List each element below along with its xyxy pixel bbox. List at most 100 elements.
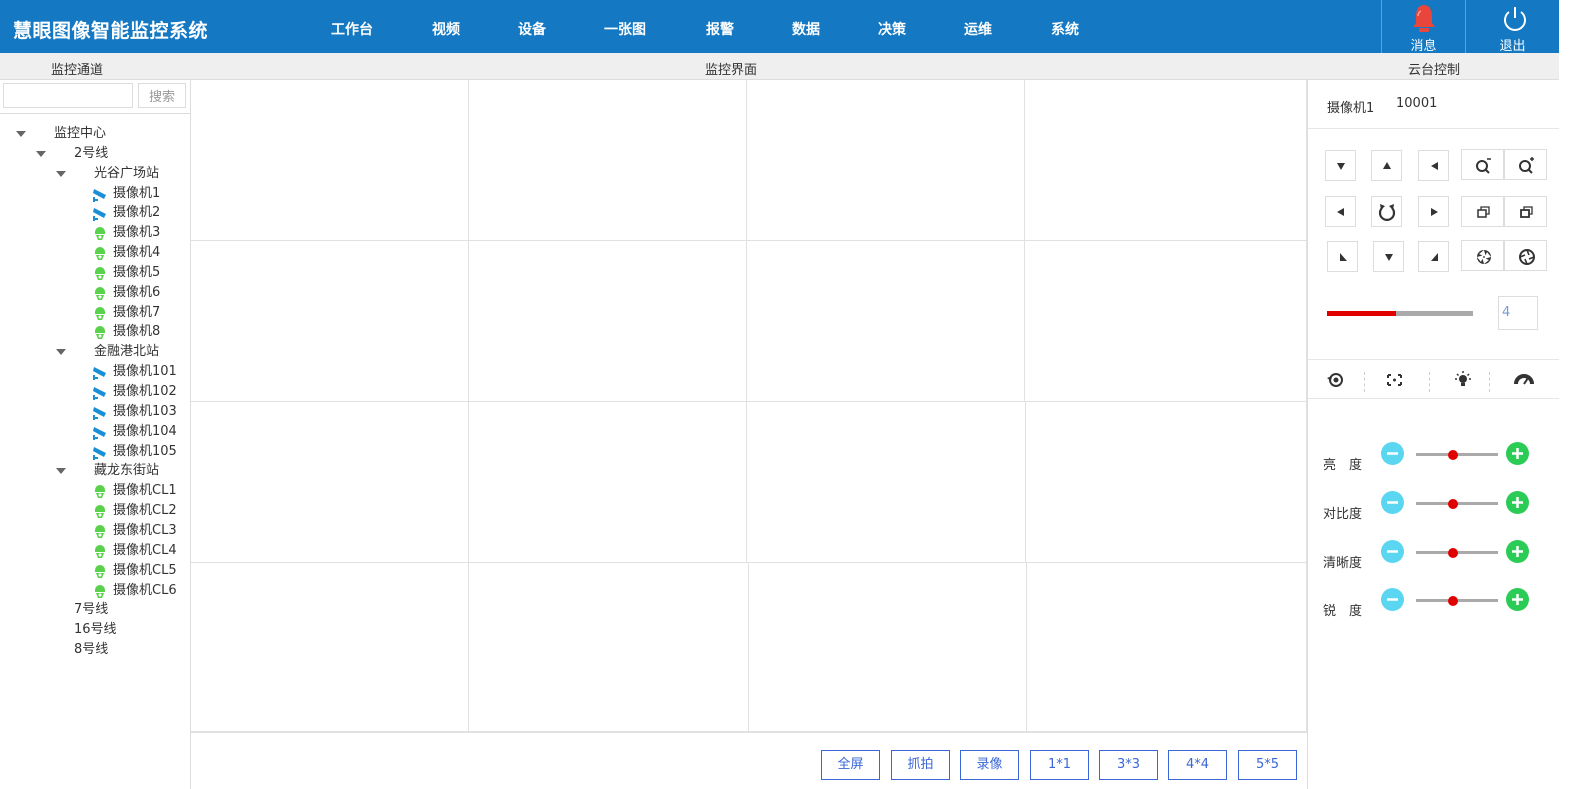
search-button[interactable]: 搜索: [138, 83, 186, 108]
tree-camera-node[interactable]: 摄像机3: [113, 223, 160, 243]
tilt-down-button[interactable]: [1373, 241, 1404, 272]
increase-button[interactable]: [1506, 491, 1529, 514]
expand-arrow-icon[interactable]: [36, 151, 46, 157]
fullscreen-button[interactable]: 全屏: [821, 750, 880, 780]
layout-5x5-button[interactable]: 5*5: [1238, 750, 1297, 780]
pan-left-button[interactable]: [1325, 196, 1356, 227]
nav-item-decision[interactable]: 决策: [878, 19, 906, 39]
nav-item-system[interactable]: 系统: [1051, 19, 1079, 39]
tree-camera-node[interactable]: 摄像机2: [113, 203, 160, 223]
nav-item-devices[interactable]: 设备: [518, 19, 546, 39]
video-cell[interactable]: [469, 241, 747, 402]
window-scrollbar[interactable]: [1559, 0, 1579, 789]
video-cell[interactable]: [747, 241, 1025, 402]
nav-item-operations[interactable]: 运维: [964, 19, 992, 39]
decrease-button[interactable]: [1381, 588, 1404, 611]
tree-camera-node[interactable]: 摄像机102: [113, 382, 177, 402]
tree-camera-node[interactable]: 摄像机8: [113, 322, 160, 342]
ptz-speed-value[interactable]: 4: [1498, 296, 1538, 330]
tree-station-node[interactable]: 光谷广场站: [94, 164, 159, 184]
tree-camera-node[interactable]: 摄像机CL3: [113, 521, 177, 541]
video-cell[interactable]: [1026, 402, 1307, 563]
video-cell[interactable]: [1025, 80, 1307, 241]
expand-arrow-icon[interactable]: [16, 131, 26, 137]
zoom-in-button[interactable]: [1504, 149, 1547, 180]
tree-root-monitoring-center[interactable]: 监控中心: [54, 124, 106, 144]
video-cell[interactable]: [1025, 241, 1307, 402]
ptz-speed-slider[interactable]: [1327, 311, 1473, 316]
nav-item-video[interactable]: 视频: [432, 19, 460, 39]
video-cell[interactable]: [749, 563, 1027, 732]
nav-item-alarms[interactable]: 报警: [706, 19, 734, 39]
video-cell[interactable]: [469, 80, 747, 241]
search-input[interactable]: [3, 83, 133, 108]
tree-station-node[interactable]: 藏龙东街站: [94, 461, 159, 481]
tree-camera-node[interactable]: 摄像机CL6: [113, 581, 177, 601]
tree-camera-node[interactable]: 摄像机7: [113, 303, 160, 323]
tree-camera-node[interactable]: 摄像机6: [113, 283, 160, 303]
tree-camera-node[interactable]: 摄像机5: [113, 263, 160, 283]
tree-camera-node[interactable]: 摄像机CL1: [113, 481, 177, 501]
slider-handle[interactable]: [1447, 449, 1458, 460]
speed-button[interactable]: [1498, 365, 1546, 395]
expand-arrow-icon[interactable]: [56, 171, 66, 177]
decrease-button[interactable]: [1381, 540, 1404, 563]
tree-camera-node[interactable]: 摄像机1: [113, 184, 160, 204]
video-cell[interactable]: [191, 80, 469, 241]
tilt-up-button[interactable]: [1371, 150, 1402, 181]
pan-up-left-button[interactable]: [1325, 150, 1356, 181]
video-cell[interactable]: [1027, 563, 1307, 732]
iris-open-button[interactable]: [1504, 240, 1547, 271]
video-cell[interactable]: [191, 402, 469, 563]
preset-button[interactable]: [1371, 365, 1419, 395]
video-cell[interactable]: [191, 241, 469, 402]
tree-camera-node[interactable]: 摄像机103: [113, 402, 177, 422]
expand-arrow-icon[interactable]: [56, 349, 66, 355]
wiper-button[interactable]: [1315, 365, 1363, 395]
tree-station-node[interactable]: 金融港北站: [94, 342, 159, 362]
zoom-out-button[interactable]: [1461, 149, 1504, 180]
nav-item-data[interactable]: 数据: [792, 19, 820, 39]
increase-button[interactable]: [1506, 442, 1529, 465]
tree-camera-node[interactable]: 摄像机4: [113, 243, 160, 263]
pan-down-left-button[interactable]: [1327, 241, 1358, 272]
tree-line-node[interactable]: 8号线: [74, 640, 108, 660]
tree-camera-node[interactable]: 摄像机101: [113, 362, 177, 382]
layout-1x1-button[interactable]: 1*1: [1030, 750, 1089, 780]
video-cell[interactable]: [747, 402, 1026, 563]
expand-arrow-icon[interactable]: [56, 468, 66, 474]
tree-camera-node[interactable]: 摄像机CL2: [113, 501, 177, 521]
snapshot-button[interactable]: 抓拍: [891, 750, 950, 780]
video-cell[interactable]: [191, 563, 469, 732]
layout-4x4-button[interactable]: 4*4: [1168, 750, 1227, 780]
message-button[interactable]: 消息: [1381, 0, 1465, 54]
focus-far-button[interactable]: [1504, 196, 1547, 227]
auto-rotate-button[interactable]: [1371, 196, 1402, 227]
layout-3x3-button[interactable]: 3*3: [1099, 750, 1158, 780]
pan-up-right-button[interactable]: [1418, 150, 1449, 181]
decrease-button[interactable]: [1381, 491, 1404, 514]
increase-button[interactable]: [1506, 540, 1529, 563]
tree-line-node[interactable]: 7号线: [74, 600, 108, 620]
video-cell[interactable]: [469, 402, 747, 563]
record-button[interactable]: 录像: [960, 750, 1019, 780]
logout-button[interactable]: 退出: [1465, 0, 1559, 54]
decrease-button[interactable]: [1381, 442, 1404, 465]
slider-handle[interactable]: [1447, 498, 1458, 509]
slider-handle[interactable]: [1447, 595, 1458, 606]
iris-close-button[interactable]: [1461, 240, 1504, 271]
pan-right-button[interactable]: [1418, 196, 1449, 227]
focus-near-button[interactable]: [1461, 196, 1504, 227]
tree-camera-node[interactable]: 摄像机CL4: [113, 541, 177, 561]
light-button[interactable]: [1437, 365, 1485, 395]
video-cell[interactable]: [747, 80, 1025, 241]
tree-camera-node[interactable]: 摄像机105: [113, 442, 177, 462]
slider-handle[interactable]: [1447, 547, 1458, 558]
increase-button[interactable]: [1506, 588, 1529, 611]
tree-line-node[interactable]: 2号线: [74, 144, 108, 164]
nav-item-workbench[interactable]: 工作台: [331, 19, 373, 39]
tree-line-node[interactable]: 16号线: [74, 620, 117, 640]
tree-camera-node[interactable]: 摄像机CL5: [113, 561, 177, 581]
video-cell[interactable]: [469, 563, 749, 732]
pan-down-right-button[interactable]: [1418, 241, 1449, 272]
